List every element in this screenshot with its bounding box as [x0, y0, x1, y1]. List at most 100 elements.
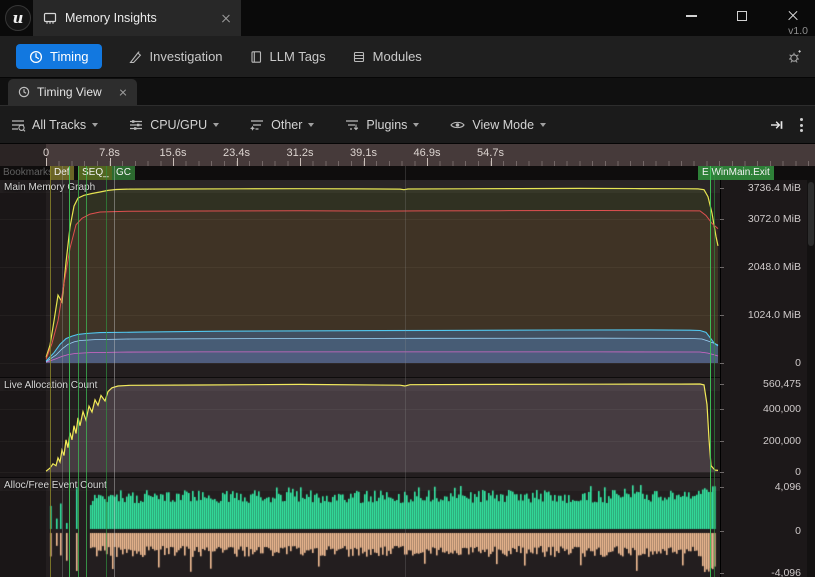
maximize-button[interactable] [737, 11, 747, 21]
eye-icon [449, 118, 466, 132]
track-header-alloc-free[interactable]: Alloc/Free Event Count [4, 480, 107, 491]
filter-star-icon [249, 118, 265, 132]
track-header-main-memory[interactable]: Main Memory Graph [4, 182, 95, 193]
ruler-tick-label: 46.9s [414, 147, 441, 159]
axis-tick [720, 409, 724, 410]
axis-label: 3072.0 MiB [748, 213, 801, 225]
timing-marker-chip[interactable]: E WinMain.Exit [698, 166, 774, 180]
scrollbar-thumb[interactable] [808, 182, 814, 246]
close-app-tab-icon[interactable] [221, 13, 231, 23]
chevron-down-icon [413, 123, 419, 127]
track-header-strip [0, 478, 815, 491]
unreal-logo: u [5, 5, 31, 31]
timing-marker-chip[interactable]: Def [50, 166, 74, 180]
ruler-tick-label: 15.6s [160, 147, 187, 159]
axis-tick [720, 315, 724, 316]
axis-tick [720, 487, 724, 488]
app-tab-memory-insights[interactable]: Memory Insights [33, 0, 241, 36]
timeline-tracks[interactable]: Main Memory Graph Live Allocation Count … [0, 180, 815, 577]
tab-modules[interactable]: Modules [352, 49, 422, 64]
minimize-icon [686, 15, 697, 17]
main-toolbar: Timing Investigation LLM Tags Modules [0, 36, 815, 78]
axis-label: 4,096 [775, 481, 801, 493]
tab-investigation[interactable]: Investigation [128, 49, 223, 64]
filter-label: View Mode [472, 118, 534, 132]
close-doc-tab-icon[interactable] [119, 88, 127, 96]
maximize-icon [737, 11, 747, 21]
axis-label: 2048.0 MiB [748, 261, 801, 273]
toolbar-button-label: Modules [373, 49, 422, 64]
window-controls [686, 0, 799, 31]
bookmarks-label: Bookmarks [3, 167, 53, 178]
tab-timing[interactable]: Timing [16, 44, 102, 69]
axis-label: 0 [795, 466, 801, 478]
tracks-filter-icon [10, 118, 26, 132]
axis-tick [720, 573, 724, 574]
filter-other[interactable]: Other [249, 118, 314, 132]
investigation-pen-icon [128, 50, 143, 64]
timing-marker-chip[interactable]: SEQ_ [78, 166, 113, 180]
markers-row: Bookmarks Def SEQ_GC E WinMain.Exit [0, 166, 815, 180]
axis-label: -4,096 [771, 567, 801, 577]
axis-label: 0 [795, 357, 801, 369]
ruler-tick-label: 0 [43, 147, 49, 159]
vertical-scrollbar[interactable] [807, 180, 815, 577]
toolbar-button-label: Investigation [150, 49, 223, 64]
bug-report-button[interactable] [786, 48, 803, 70]
ruler-tick [364, 158, 365, 166]
ruler-tick-label: 7.8s [99, 147, 120, 159]
minimize-button[interactable] [686, 15, 697, 17]
axis-label: 200,000 [763, 435, 801, 447]
axis-label: 0 [795, 525, 801, 537]
chevron-down-icon [540, 123, 546, 127]
memory-insights-window: u Memory Insights v1.0 Timing [0, 0, 815, 577]
ruler-tick [46, 158, 47, 166]
time-ruler[interactable]: 0 7.8s 15.6s 23.4s 31.2s 39.1s 46.9s 54.7s [0, 144, 815, 166]
unreal-logo-glyph: u [13, 9, 24, 27]
toolbar-button-label: Timing [50, 49, 89, 64]
track-header-live-alloc[interactable]: Live Allocation Count [4, 380, 97, 391]
live-allocation-plot[interactable] [0, 378, 720, 478]
ruler-tick [110, 158, 111, 166]
overflow-menu-button[interactable] [800, 118, 803, 132]
tab-llm-tags[interactable]: LLM Tags [249, 49, 326, 64]
filter-label: All Tracks [32, 118, 86, 132]
filterbar-right-controls [769, 106, 803, 144]
filter-cpu-gpu[interactable]: CPU/GPU [128, 118, 219, 132]
ruler-tick [491, 158, 492, 166]
main-memory-graph-plot[interactable] [0, 180, 720, 378]
ruler-tick-label: 31.2s [287, 147, 314, 159]
filter-label: Plugins [366, 118, 407, 132]
axis-tick [720, 188, 724, 189]
axis-label: 3736.4 MiB [748, 182, 801, 194]
filter-label: CPU/GPU [150, 118, 207, 132]
doc-tab-label: Timing View [37, 85, 102, 99]
filter-all-tracks[interactable]: All Tracks [10, 118, 98, 132]
filter-view-mode[interactable]: View Mode [449, 118, 546, 132]
filter-down-arrow-icon [344, 118, 360, 132]
ruler-tick-label: 23.4s [223, 147, 250, 159]
toolbar-button-label: LLM Tags [270, 49, 326, 64]
axis-tick [720, 531, 724, 532]
sliders-icon [128, 118, 144, 132]
filter-label: Other [271, 118, 302, 132]
track-header-strip [0, 180, 815, 193]
ruler-tick [300, 158, 301, 166]
skip-to-end-icon[interactable] [769, 118, 784, 132]
close-window-button[interactable] [787, 10, 799, 22]
axis-tick [720, 267, 724, 268]
axis-tick [720, 219, 724, 220]
titlebar: u Memory Insights [0, 0, 815, 36]
axis-label: 560,475 [763, 378, 801, 390]
tab-timing-view[interactable]: Timing View [8, 79, 137, 105]
timing-marker-chip[interactable]: GC [112, 166, 135, 180]
ruler-tick-label: 54.7s [477, 147, 504, 159]
chevron-down-icon [308, 123, 314, 127]
ruler-tick-label: 39.1s [350, 147, 377, 159]
axis-label: 1024.0 MiB [748, 309, 801, 321]
filter-plugins[interactable]: Plugins [344, 118, 419, 132]
axis-tick [720, 384, 724, 385]
version-label: v1.0 [788, 25, 808, 37]
alloc-free-events-plot[interactable] [0, 478, 720, 577]
modules-icon [352, 50, 366, 64]
